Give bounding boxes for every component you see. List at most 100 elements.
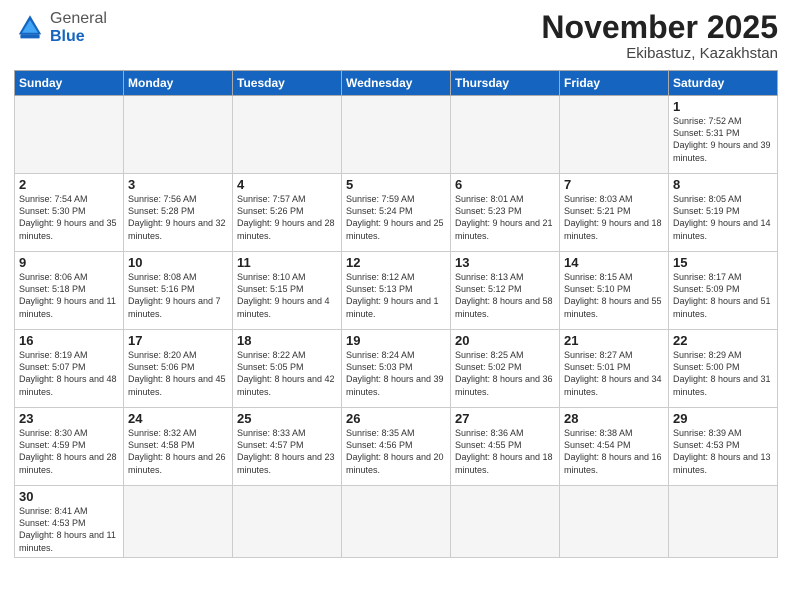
day-number: 30 — [19, 489, 119, 504]
calendar-cell — [451, 96, 560, 174]
day-number: 19 — [346, 333, 446, 348]
day-info: Sunrise: 8:35 AM Sunset: 4:56 PM Dayligh… — [346, 427, 446, 476]
day-number: 14 — [564, 255, 664, 270]
calendar-cell: 1Sunrise: 7:52 AM Sunset: 5:31 PM Daylig… — [669, 96, 778, 174]
logo-general: General — [50, 10, 107, 27]
calendar-cell — [233, 96, 342, 174]
day-info: Sunrise: 8:19 AM Sunset: 5:07 PM Dayligh… — [19, 349, 119, 398]
col-header-thursday: Thursday — [451, 71, 560, 96]
calendar-cell: 23Sunrise: 8:30 AM Sunset: 4:59 PM Dayli… — [15, 408, 124, 486]
calendar-cell: 10Sunrise: 8:08 AM Sunset: 5:16 PM Dayli… — [124, 252, 233, 330]
calendar-cell: 27Sunrise: 8:36 AM Sunset: 4:55 PM Dayli… — [451, 408, 560, 486]
calendar-cell — [124, 96, 233, 174]
title-block: November 2025 Ekibastuz, Kazakhstan — [541, 10, 778, 62]
day-number: 25 — [237, 411, 337, 426]
col-header-sunday: Sunday — [15, 71, 124, 96]
day-info: Sunrise: 8:24 AM Sunset: 5:03 PM Dayligh… — [346, 349, 446, 398]
day-info: Sunrise: 8:27 AM Sunset: 5:01 PM Dayligh… — [564, 349, 664, 398]
calendar-cell: 3Sunrise: 7:56 AM Sunset: 5:28 PM Daylig… — [124, 174, 233, 252]
day-info: Sunrise: 8:33 AM Sunset: 4:57 PM Dayligh… — [237, 427, 337, 476]
day-info: Sunrise: 8:38 AM Sunset: 4:54 PM Dayligh… — [564, 427, 664, 476]
day-info: Sunrise: 8:17 AM Sunset: 5:09 PM Dayligh… — [673, 271, 773, 320]
logo-icon — [14, 12, 46, 44]
day-number: 20 — [455, 333, 555, 348]
calendar-cell: 15Sunrise: 8:17 AM Sunset: 5:09 PM Dayli… — [669, 252, 778, 330]
week-row-4: 16Sunrise: 8:19 AM Sunset: 5:07 PM Dayli… — [15, 330, 778, 408]
day-info: Sunrise: 8:05 AM Sunset: 5:19 PM Dayligh… — [673, 193, 773, 242]
day-info: Sunrise: 8:15 AM Sunset: 5:10 PM Dayligh… — [564, 271, 664, 320]
day-info: Sunrise: 7:56 AM Sunset: 5:28 PM Dayligh… — [128, 193, 228, 242]
day-info: Sunrise: 7:54 AM Sunset: 5:30 PM Dayligh… — [19, 193, 119, 242]
logo: General Blue — [14, 10, 107, 45]
week-row-5: 23Sunrise: 8:30 AM Sunset: 4:59 PM Dayli… — [15, 408, 778, 486]
week-row-6: 30Sunrise: 8:41 AM Sunset: 4:53 PM Dayli… — [15, 486, 778, 558]
day-info: Sunrise: 8:06 AM Sunset: 5:18 PM Dayligh… — [19, 271, 119, 320]
day-number: 18 — [237, 333, 337, 348]
calendar-cell: 6Sunrise: 8:01 AM Sunset: 5:23 PM Daylig… — [451, 174, 560, 252]
day-number: 16 — [19, 333, 119, 348]
location: Ekibastuz, Kazakhstan — [541, 45, 778, 62]
calendar-cell: 30Sunrise: 8:41 AM Sunset: 4:53 PM Dayli… — [15, 486, 124, 558]
day-number: 13 — [455, 255, 555, 270]
day-info: Sunrise: 8:01 AM Sunset: 5:23 PM Dayligh… — [455, 193, 555, 242]
day-info: Sunrise: 8:29 AM Sunset: 5:00 PM Dayligh… — [673, 349, 773, 398]
day-number: 12 — [346, 255, 446, 270]
calendar-cell: 13Sunrise: 8:13 AM Sunset: 5:12 PM Dayli… — [451, 252, 560, 330]
day-number: 3 — [128, 177, 228, 192]
calendar-cell: 25Sunrise: 8:33 AM Sunset: 4:57 PM Dayli… — [233, 408, 342, 486]
day-number: 28 — [564, 411, 664, 426]
calendar-cell: 16Sunrise: 8:19 AM Sunset: 5:07 PM Dayli… — [15, 330, 124, 408]
header: General Blue November 2025 Ekibastuz, Ka… — [14, 10, 778, 62]
calendar-cell — [124, 486, 233, 558]
day-info: Sunrise: 8:30 AM Sunset: 4:59 PM Dayligh… — [19, 427, 119, 476]
calendar-cell: 4Sunrise: 7:57 AM Sunset: 5:26 PM Daylig… — [233, 174, 342, 252]
calendar-cell: 2Sunrise: 7:54 AM Sunset: 5:30 PM Daylig… — [15, 174, 124, 252]
day-info: Sunrise: 8:13 AM Sunset: 5:12 PM Dayligh… — [455, 271, 555, 320]
week-row-1: 1Sunrise: 7:52 AM Sunset: 5:31 PM Daylig… — [15, 96, 778, 174]
day-number: 26 — [346, 411, 446, 426]
day-info: Sunrise: 8:36 AM Sunset: 4:55 PM Dayligh… — [455, 427, 555, 476]
calendar-cell — [233, 486, 342, 558]
col-header-friday: Friday — [560, 71, 669, 96]
logo-blue: Blue — [50, 28, 85, 45]
col-header-saturday: Saturday — [669, 71, 778, 96]
day-info: Sunrise: 7:57 AM Sunset: 5:26 PM Dayligh… — [237, 193, 337, 242]
day-number: 2 — [19, 177, 119, 192]
calendar-cell: 11Sunrise: 8:10 AM Sunset: 5:15 PM Dayli… — [233, 252, 342, 330]
calendar-cell: 9Sunrise: 8:06 AM Sunset: 5:18 PM Daylig… — [15, 252, 124, 330]
day-number: 15 — [673, 255, 773, 270]
col-header-wednesday: Wednesday — [342, 71, 451, 96]
day-info: Sunrise: 8:32 AM Sunset: 4:58 PM Dayligh… — [128, 427, 228, 476]
calendar-cell: 12Sunrise: 8:12 AM Sunset: 5:13 PM Dayli… — [342, 252, 451, 330]
day-number: 21 — [564, 333, 664, 348]
day-info: Sunrise: 8:10 AM Sunset: 5:15 PM Dayligh… — [237, 271, 337, 320]
day-number: 1 — [673, 99, 773, 114]
calendar-cell: 29Sunrise: 8:39 AM Sunset: 4:53 PM Dayli… — [669, 408, 778, 486]
calendar-cell: 8Sunrise: 8:05 AM Sunset: 5:19 PM Daylig… — [669, 174, 778, 252]
day-number: 27 — [455, 411, 555, 426]
col-header-monday: Monday — [124, 71, 233, 96]
day-number: 24 — [128, 411, 228, 426]
day-info: Sunrise: 8:20 AM Sunset: 5:06 PM Dayligh… — [128, 349, 228, 398]
day-info: Sunrise: 8:03 AM Sunset: 5:21 PM Dayligh… — [564, 193, 664, 242]
calendar: SundayMondayTuesdayWednesdayThursdayFrid… — [14, 70, 778, 558]
day-number: 5 — [346, 177, 446, 192]
calendar-cell: 7Sunrise: 8:03 AM Sunset: 5:21 PM Daylig… — [560, 174, 669, 252]
week-row-2: 2Sunrise: 7:54 AM Sunset: 5:30 PM Daylig… — [15, 174, 778, 252]
calendar-cell: 14Sunrise: 8:15 AM Sunset: 5:10 PM Dayli… — [560, 252, 669, 330]
day-number: 11 — [237, 255, 337, 270]
page: General Blue November 2025 Ekibastuz, Ka… — [0, 0, 792, 612]
calendar-cell — [451, 486, 560, 558]
day-info: Sunrise: 8:25 AM Sunset: 5:02 PM Dayligh… — [455, 349, 555, 398]
calendar-cell — [342, 96, 451, 174]
day-info: Sunrise: 8:22 AM Sunset: 5:05 PM Dayligh… — [237, 349, 337, 398]
calendar-header-row: SundayMondayTuesdayWednesdayThursdayFrid… — [15, 71, 778, 96]
day-number: 22 — [673, 333, 773, 348]
calendar-cell — [669, 486, 778, 558]
calendar-cell: 18Sunrise: 8:22 AM Sunset: 5:05 PM Dayli… — [233, 330, 342, 408]
day-number: 4 — [237, 177, 337, 192]
day-number: 6 — [455, 177, 555, 192]
day-number: 9 — [19, 255, 119, 270]
calendar-cell — [342, 486, 451, 558]
calendar-cell: 5Sunrise: 7:59 AM Sunset: 5:24 PM Daylig… — [342, 174, 451, 252]
